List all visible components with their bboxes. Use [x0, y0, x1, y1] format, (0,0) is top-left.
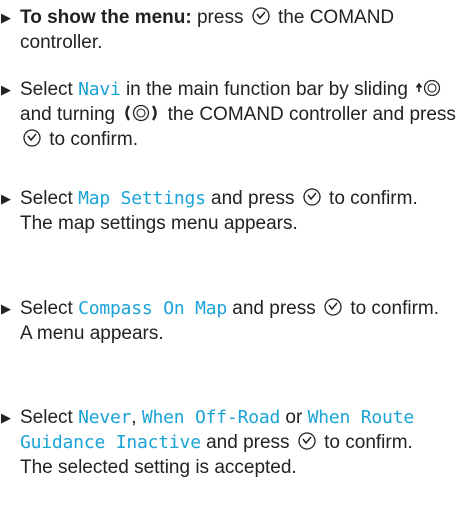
controller-press-icon [297, 431, 317, 451]
step-text: and press [206, 432, 290, 453]
step-select-compass-on-map: ▶ Select Compass On Map and press to con… [0, 296, 460, 346]
step-text: and turning [20, 104, 116, 125]
step-text: to confirm. [49, 129, 138, 150]
bullet-arrow-icon: ▶ [1, 10, 11, 25]
step-text: or [285, 407, 303, 428]
step-text: Select [20, 298, 73, 319]
step-select-navi: ▶ Select Navi in the main function bar b… [0, 77, 460, 152]
step-text: Select [20, 188, 73, 209]
step-text: Select [20, 79, 73, 100]
menu-label-navi: Navi [78, 79, 121, 100]
step-text: the COMAND controller and press [167, 104, 456, 125]
controller-press-icon [302, 187, 322, 207]
step-text: to confirm. [324, 432, 413, 453]
step-result: A menu appears. [20, 323, 164, 344]
bullet-arrow-icon: ▶ [1, 82, 11, 97]
controller-turn-icon [122, 103, 160, 123]
bullet-arrow-icon: ▶ [1, 410, 11, 425]
controller-slide-up-icon [415, 78, 441, 98]
step-text: in the main function bar by sliding [125, 79, 408, 100]
step-select-map-settings: ▶ Select Map Settings and press to confi… [0, 186, 460, 236]
menu-label-never: Never [78, 407, 132, 428]
step-text: Select [20, 407, 73, 428]
step-result: The map settings menu appears. [20, 213, 298, 234]
bullet-arrow-icon: ▶ [1, 301, 11, 316]
step-text: and press [211, 188, 295, 209]
controller-press-icon [323, 297, 343, 317]
step-text: and press [232, 298, 316, 319]
step-show-menu: ▶ To show the menu: press the COMAND con… [0, 5, 460, 55]
step-text: to confirm. [350, 298, 440, 319]
controller-press-icon [251, 6, 271, 26]
step-select-option: ▶ Select Never, When Off-Road or When Ro… [0, 405, 460, 480]
comma: , [131, 407, 137, 428]
menu-label-when-off-road: When Off-Road [141, 407, 281, 428]
controller-press-icon [22, 128, 42, 148]
bullet-arrow-icon: ▶ [1, 191, 11, 206]
menu-label-map-settings: Map Settings [78, 188, 206, 209]
step-lead: To show the menu: [20, 7, 192, 28]
menu-label-compass-on-map: Compass On Map [78, 298, 228, 319]
instruction-page: ▶ To show the menu: press the COMAND con… [0, 0, 467, 517]
step-result: The selected setting is accepted. [20, 457, 297, 478]
step-text: to confirm. [329, 188, 418, 209]
step-text: press [196, 7, 244, 28]
